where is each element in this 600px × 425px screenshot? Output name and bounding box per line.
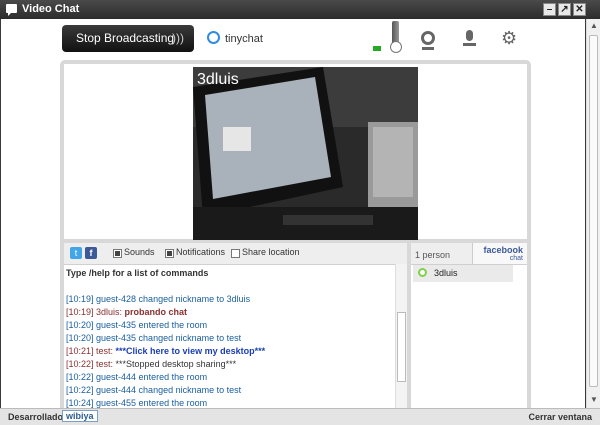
facebook-tab-label: facebook xyxy=(483,245,523,255)
people-count[interactable]: 1 person xyxy=(415,250,450,260)
chat-panel: t f Sounds Notifications Share location … xyxy=(64,243,407,408)
chat-message-text[interactable]: ***Click here to view my desktop*** xyxy=(116,346,266,356)
stop-broadcasting-label: Stop Broadcasting xyxy=(76,31,175,45)
facebook-tab-sublabel: chat xyxy=(509,255,523,262)
chat-message-text: probando chat xyxy=(124,307,188,317)
chat-bubble-icon xyxy=(6,4,17,16)
window-title: Video Chat xyxy=(22,3,80,15)
window-scroll-thumb[interactable] xyxy=(589,35,598,387)
chat-message: [10:22] guest-444 entered the room xyxy=(66,371,391,384)
video-area: 3dluis xyxy=(64,64,527,240)
close-window-link[interactable]: Cerrar ventana xyxy=(528,412,592,422)
chat-message-text: [10:22] guest-444 entered the room xyxy=(66,372,208,382)
stop-broadcasting-button[interactable]: Stop Broadcasting ))) xyxy=(62,25,194,52)
chat-message: Type /help for a list of commands xyxy=(66,267,391,280)
chat-message: [10:20] guest-435 entered the room xyxy=(66,319,391,332)
user-list-panel: 1 person facebook chat 3dluis xyxy=(411,243,527,408)
app-content: Stop Broadcasting ))) tinychat ⚙ 3dluis … xyxy=(1,19,585,408)
webcam-icon[interactable] xyxy=(421,31,435,50)
video-username: 3dluis xyxy=(197,71,239,88)
twitter-icon[interactable]: t xyxy=(70,247,82,259)
tinychat-logo-icon xyxy=(207,31,220,44)
window-scrollbar[interactable]: ▲ ▼ xyxy=(586,19,600,408)
chat-message: [10:22] test: ***Stopped desktop sharing… xyxy=(66,358,391,371)
chat-message-text: [10:22] guest-444 changed nickname to te… xyxy=(66,385,242,395)
chat-message-text: ***Stopped desktop sharing*** xyxy=(115,359,237,369)
notifications-checkbox[interactable] xyxy=(165,249,174,258)
volume-slider[interactable] xyxy=(373,21,403,55)
chat-message: [10:20] guest-435 changed nickname to te… xyxy=(66,332,391,345)
video-feed[interactable]: 3dluis xyxy=(193,67,418,240)
window-titlebar: Video Chat – ↗ ✕ xyxy=(0,0,600,19)
video-image xyxy=(193,67,418,240)
maximize-icon[interactable]: ↗ xyxy=(558,3,571,16)
gear-icon[interactable]: ⚙ xyxy=(501,29,517,47)
chat-log[interactable]: Type /help for a list of commands [10:19… xyxy=(66,267,391,408)
chat-message: [10:19] 3dluis: probando chat xyxy=(66,306,391,319)
chat-scroll-thumb[interactable] xyxy=(397,312,406,382)
share-location-label: Share location xyxy=(242,247,300,257)
volume-knob[interactable] xyxy=(390,41,402,53)
facebook-chat-tab[interactable]: facebook chat xyxy=(472,243,527,264)
broadcast-waves-icon: ))) xyxy=(172,31,184,45)
share-location-checkbox[interactable] xyxy=(231,249,240,258)
brand-label: tinychat xyxy=(225,33,263,45)
user-name: 3dluis xyxy=(434,268,458,278)
chat-message: [10:22] guest-444 changed nickname to te… xyxy=(66,384,391,397)
facebook-icon[interactable]: f xyxy=(85,247,97,259)
footer-bar: Desarrollado por wibiya Cerrar ventana xyxy=(0,408,600,425)
chat-message xyxy=(66,280,391,293)
chat-message-text: [10:20] guest-435 entered the room xyxy=(66,320,208,330)
wibiya-logo-link[interactable]: wibiya xyxy=(62,410,98,422)
chat-message-sender: [10:22] test: xyxy=(66,359,116,369)
chat-toolbar: t f Sounds Notifications Share location xyxy=(64,243,407,265)
notifications-label: Notifications xyxy=(176,247,226,257)
chat-message-text: [10:19] guest-428 changed nickname to 3d… xyxy=(66,294,251,304)
room-panel: 3dluis t f Sounds Notifications Share lo… xyxy=(60,60,531,408)
user-list-item[interactable]: 3dluis xyxy=(413,265,513,282)
chat-message-text: [10:24] guest-455 entered the room xyxy=(66,398,208,408)
sounds-label: Sounds xyxy=(124,247,155,257)
scroll-down-icon[interactable]: ▼ xyxy=(589,395,599,405)
user-list-tabs: 1 person facebook chat xyxy=(411,243,527,265)
sounds-checkbox[interactable] xyxy=(113,249,122,258)
scroll-up-icon[interactable]: ▲ xyxy=(589,21,599,31)
mic-level-indicator xyxy=(373,46,381,51)
microphone-icon[interactable] xyxy=(463,30,476,46)
chat-message: [10:21] test: ***Click here to view my d… xyxy=(66,345,391,358)
chat-message-sender: [10:19] 3dluis: xyxy=(66,307,125,317)
chat-scrollbar[interactable] xyxy=(395,264,407,408)
chat-message-sender: [10:21] test: xyxy=(66,346,116,356)
chat-message: [10:19] guest-428 changed nickname to 3d… xyxy=(66,293,391,306)
tinychat-brand[interactable]: tinychat xyxy=(207,31,263,45)
minimize-icon[interactable]: – xyxy=(543,3,556,16)
close-icon[interactable]: ✕ xyxy=(573,3,586,16)
chat-message: [10:24] guest-455 entered the room xyxy=(66,397,391,408)
user-online-icon xyxy=(418,268,427,277)
chat-message-text: Type /help for a list of commands xyxy=(66,268,209,278)
chat-message-text: [10:20] guest-435 changed nickname to te… xyxy=(66,333,242,343)
